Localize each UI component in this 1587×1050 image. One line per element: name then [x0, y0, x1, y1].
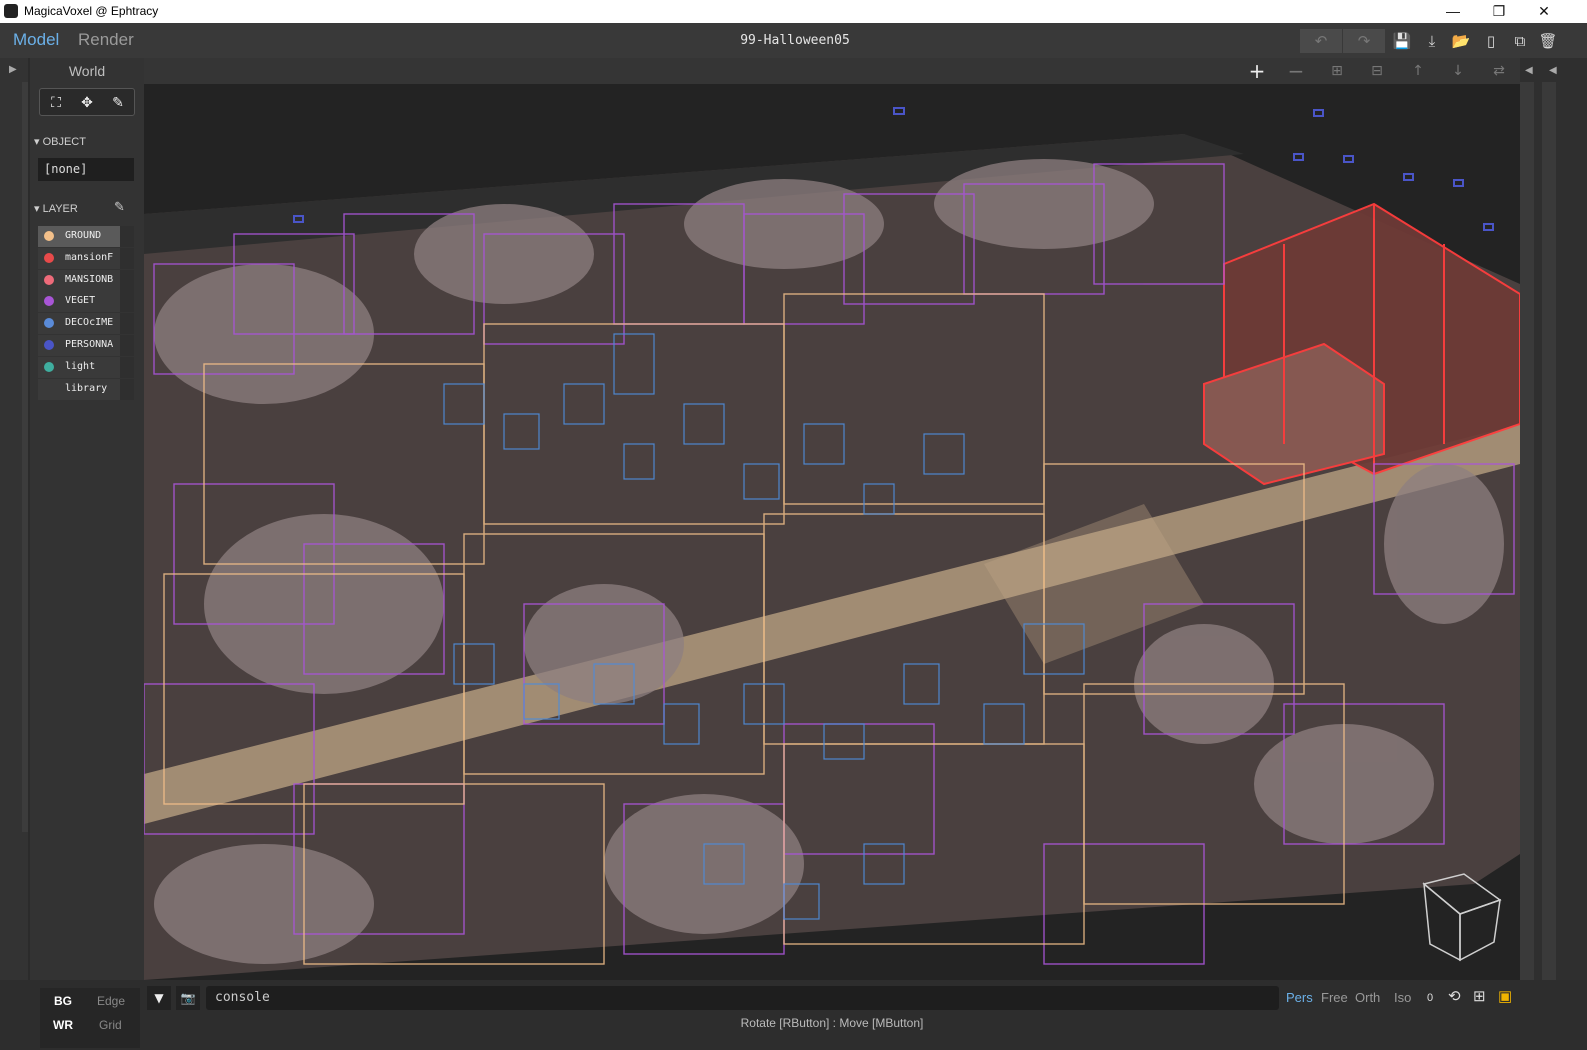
camera-icon[interactable]: 📷 — [176, 986, 200, 1010]
layer-section-title[interactable]: ▾ LAYER — [34, 202, 78, 215]
layer-row[interactable]: PERSONNA — [38, 334, 134, 356]
projection-free[interactable]: Free — [1321, 990, 1348, 1005]
left-rail: ▶ — [0, 58, 28, 1050]
3d-viewport[interactable] — [144, 84, 1520, 980]
move-icon[interactable]: ✥ — [76, 92, 98, 114]
object-section-title[interactable]: ▾ OBJECT — [34, 135, 86, 148]
layer-name: GROUND — [65, 230, 102, 241]
layer-edit-icon[interactable]: ✎ — [114, 200, 125, 215]
layer-color-dot[interactable] — [44, 361, 54, 372]
layer-row[interactable]: GROUND — [38, 226, 134, 247]
main-toolbar: Model Render 99-Halloween05 ↶ ↷ 💾 ⤓ 📂 ▯ … — [0, 23, 1587, 58]
zoom-value: 0 — [1427, 992, 1434, 1004]
layer-name: VEGET — [65, 295, 96, 307]
orientation-cube — [1422, 873, 1502, 962]
layer-name: PERSONNA — [65, 338, 114, 350]
save-icon[interactable]: 💾 — [1390, 29, 1414, 53]
sidebar: World ⛶ ✥ ✎ ▾ OBJECT [none] ▾ LAYER ✎ GR… — [30, 58, 144, 980]
layer-color-dot[interactable] — [44, 274, 54, 285]
duplicate-icon[interactable]: ⧉ — [1508, 29, 1532, 53]
layer-name: DECOcIME — [65, 317, 114, 329]
layer-row[interactable]: mansionF — [38, 247, 134, 269]
view-toolbar: + − ⊞ ⊟ ↑ ↓ ⇄ — [144, 58, 1520, 84]
object-field[interactable]: [none] — [38, 158, 134, 181]
move-up-icon[interactable]: ↑ — [1407, 60, 1429, 82]
layer-color-dot[interactable] — [44, 252, 54, 263]
edge-toggle[interactable]: Edge — [97, 994, 125, 1008]
layer-visibility-toggle[interactable] — [120, 356, 134, 378]
right-rail: ◀ ◀ — [1520, 58, 1587, 982]
layer-visibility-toggle[interactable] — [120, 291, 134, 313]
open-folder-icon[interactable]: 📂 — [1449, 29, 1473, 53]
layer-name: library — [65, 382, 108, 394]
layer-visibility-toggle[interactable] — [120, 269, 134, 291]
document-title: 99-Halloween05 — [740, 33, 850, 48]
left-rail-strip — [22, 82, 28, 832]
layer-list: GROUND mansionF MANSIONB VEGET DECOcIME PERSO… — [38, 226, 134, 400]
layer-color-dot[interactable] — [44, 339, 54, 350]
layer-visibility-toggle[interactable] — [120, 313, 134, 335]
console-input[interactable]: console — [206, 986, 1279, 1010]
export-icon[interactable]: ⤓ — [1420, 29, 1444, 53]
new-file-icon[interactable]: ▯ — [1479, 29, 1503, 53]
undo-button[interactable]: ↶ — [1300, 29, 1342, 53]
projection-orth[interactable]: Orth — [1355, 990, 1380, 1005]
collapse-far-right-icon[interactable]: ◀ — [1549, 65, 1557, 76]
layer-row[interactable]: MANSIONB — [38, 269, 134, 291]
projection-pers[interactable]: Pers — [1286, 990, 1313, 1005]
layer-row[interactable]: light — [38, 356, 134, 378]
cube-icon[interactable]: ▣ — [1498, 987, 1512, 1005]
layer-row[interactable]: VEGET — [38, 291, 134, 313]
move-down-icon[interactable]: ↓ — [1447, 60, 1469, 82]
status-bar: Rotate [RButton] : Move [MButton] — [740, 1016, 924, 1030]
layer-name: MANSIONB — [65, 273, 114, 285]
restore-button[interactable]: ❐ — [1476, 0, 1522, 23]
tab-model[interactable]: Model — [13, 30, 59, 50]
layer-color-dot[interactable] — [44, 296, 54, 307]
window-title: MagicaVoxel @ Ephtracy — [24, 4, 159, 18]
layer-row[interactable]: DECOcIME — [38, 313, 134, 335]
projection-iso[interactable]: Iso — [1394, 990, 1411, 1005]
expand-left-icon[interactable]: ▶ — [9, 64, 17, 75]
window-titlebar: MagicaVoxel @ Ephtracy — ❐ ✕ — [0, 0, 1587, 23]
layer-visibility-toggle[interactable] — [120, 247, 134, 269]
grid-toggle[interactable]: Grid — [99, 1018, 122, 1032]
ungroup-icon[interactable]: ⊟ — [1366, 60, 1388, 82]
close-button[interactable]: ✕ — [1521, 0, 1567, 23]
bg-toggle[interactable]: BG — [54, 994, 72, 1008]
console-toggle-button[interactable]: ▼ — [147, 986, 171, 1010]
bg-wr-panel: BG Edge WR Grid — [40, 988, 140, 1048]
layer-visibility-toggle[interactable] — [120, 226, 134, 247]
layer-visibility-toggle[interactable] — [120, 378, 134, 400]
layer-visibility-toggle[interactable] — [120, 334, 134, 356]
add-icon[interactable]: + — [1246, 60, 1268, 82]
layer-color-dot[interactable] — [44, 318, 54, 329]
delete-icon[interactable]: 🗑 — [1536, 29, 1560, 53]
tab-render[interactable]: Render — [78, 30, 134, 50]
wr-toggle[interactable]: WR — [53, 1018, 73, 1032]
world-label: World — [68, 63, 106, 79]
scene-render[interactable] — [144, 84, 1520, 980]
right-rail-strip-2 — [1542, 82, 1556, 982]
layer-row[interactable]: library — [38, 378, 134, 400]
remove-icon[interactable]: − — [1285, 60, 1307, 82]
group-icon[interactable]: ⊞ — [1326, 60, 1348, 82]
layer-color-dot[interactable] — [44, 231, 54, 241]
minimize-button[interactable]: — — [1430, 0, 1476, 23]
app-logo-icon — [4, 4, 18, 18]
layer-name: mansionF — [65, 251, 114, 263]
frame-icon[interactable]: ⊞ — [1473, 987, 1486, 1005]
reset-view-icon[interactable]: ⟲ — [1448, 987, 1461, 1005]
select-icon[interactable]: ⛶ — [45, 92, 67, 114]
layer-name: light — [65, 360, 96, 372]
redo-button[interactable]: ↷ — [1343, 29, 1385, 53]
swap-icon[interactable]: ⇄ — [1488, 60, 1510, 82]
tool-group: ⛶ ✥ ✎ — [39, 88, 135, 116]
collapse-right-icon[interactable]: ◀ — [1525, 65, 1533, 76]
brush-icon[interactable]: ✎ — [107, 92, 129, 114]
right-rail-strip — [1520, 82, 1534, 982]
